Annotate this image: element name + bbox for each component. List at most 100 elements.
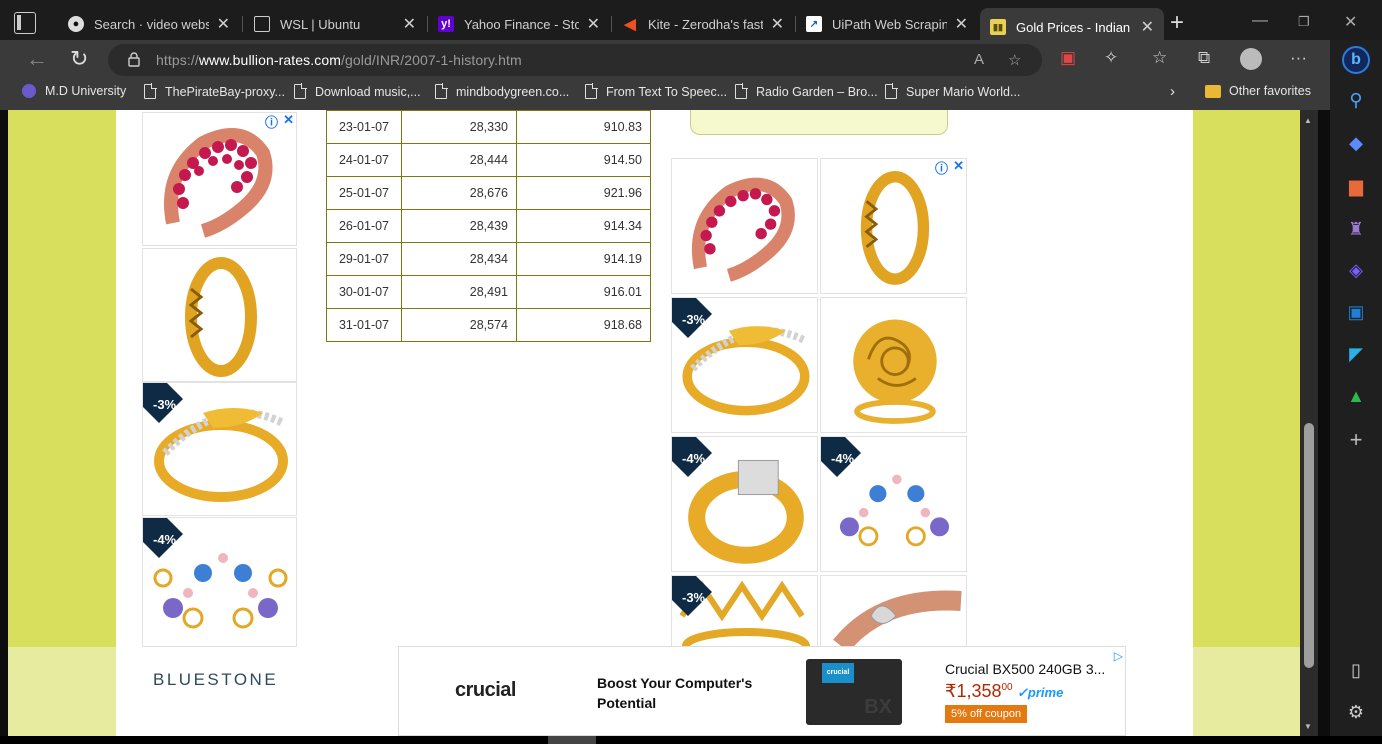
profile-avatar[interactable] bbox=[1240, 48, 1262, 70]
favorite-piratebay[interactable]: ThePirateBay-proxy... bbox=[144, 83, 285, 99]
ad-ruby-ring[interactable]: ⓘ ✕ bbox=[142, 112, 297, 246]
folder-icon bbox=[1205, 84, 1221, 98]
chevron-right-icon[interactable]: › bbox=[1170, 83, 1175, 100]
close-tab-icon[interactable]: ✕ bbox=[403, 14, 416, 34]
more-icon[interactable]: ··· bbox=[1290, 49, 1307, 67]
read-aloud-icon[interactable]: A bbox=[974, 51, 984, 68]
tab-actions-icon[interactable] bbox=[14, 12, 36, 34]
office-icon[interactable]: ◈ bbox=[1330, 260, 1382, 280]
bluestone-logo[interactable]: BLUESTONE bbox=[153, 670, 278, 690]
ruby-ring-image bbox=[164, 128, 273, 238]
ad-info-icon[interactable]: ⓘ bbox=[935, 159, 948, 177]
table-row: 24-01-07 28,444 914.50 bbox=[326, 143, 651, 177]
sidebar-layout-icon[interactable]: ▯ bbox=[1330, 660, 1382, 680]
scroll-down-icon[interactable]: ▼ bbox=[1304, 722, 1312, 731]
favorites-icon[interactable]: ☆ bbox=[1152, 49, 1167, 67]
ad-diamond-ring-2[interactable]: -3% bbox=[671, 297, 818, 433]
favorite-label: ThePirateBay-proxy... bbox=[165, 84, 285, 99]
games-icon[interactable]: ♜ bbox=[1330, 219, 1382, 239]
shopping-icon[interactable]: ◆ bbox=[1330, 133, 1382, 153]
scroll-thumb[interactable] bbox=[1304, 423, 1314, 668]
ad-ruby-ring-2[interactable] bbox=[671, 158, 818, 294]
close-tab-icon[interactable]: ✕ bbox=[1141, 17, 1154, 37]
vertical-scrollbar[interactable]: ▲ ▼ bbox=[1300, 110, 1318, 736]
extension-icon[interactable]: ▣ bbox=[1060, 49, 1076, 67]
ad-info-icon[interactable]: ⓘ bbox=[265, 113, 278, 131]
minimize-icon[interactable]: — bbox=[1252, 12, 1268, 30]
favorite-mindbodygreen[interactable]: mindbodygreen.co... bbox=[435, 83, 569, 99]
inr-price-cell: 28,491 bbox=[401, 275, 517, 309]
close-window-icon[interactable]: ✕ bbox=[1344, 12, 1357, 32]
bing-icon[interactable]: b bbox=[1330, 46, 1382, 74]
page-icon bbox=[585, 83, 598, 99]
ad-diamond-ring[interactable]: -3% bbox=[142, 382, 297, 516]
usd-price-cell: 918.68 bbox=[516, 308, 651, 342]
other-favorites[interactable]: Other favorites bbox=[1205, 84, 1311, 98]
settings-icon[interactable]: ⚙ bbox=[1330, 702, 1382, 722]
discount-badge: -3% bbox=[153, 397, 177, 412]
prime-badge: ✓prime bbox=[1017, 685, 1064, 700]
tab-github[interactable]: ● Search · video website ✕ bbox=[58, 8, 240, 40]
ssd-product-image: crucial BX bbox=[806, 659, 902, 725]
ad-gold-band[interactable]: -4% bbox=[671, 436, 818, 572]
page-icon bbox=[435, 83, 448, 99]
url-text: https://www.bullion-rates.com/gold/INR/2… bbox=[156, 52, 522, 68]
product-title: Crucial BX500 240GB 3... bbox=[945, 661, 1106, 677]
page-icon bbox=[254, 16, 270, 32]
tools-icon[interactable]: ▆ bbox=[1330, 176, 1382, 196]
close-tab-icon[interactable]: ✕ bbox=[771, 14, 784, 34]
toolbar: ← ↻ https://www.bullion-rates.com/gold/I… bbox=[0, 40, 1382, 78]
ad-crown-ring[interactable]: -3% bbox=[671, 575, 818, 655]
tab-wsl[interactable]: WSL | Ubuntu ✕ bbox=[244, 8, 426, 40]
favorite-radio-garden[interactable]: Radio Garden – Bro... bbox=[735, 83, 878, 99]
inr-price-cell: 28,434 bbox=[401, 242, 517, 276]
address-bar[interactable]: https://www.bullion-rates.com/gold/INR/2… bbox=[108, 44, 1042, 76]
page-icon bbox=[294, 83, 307, 99]
tab-uipath[interactable]: ↗ UiPath Web Scraping | ✕ bbox=[796, 8, 978, 40]
refresh-icon[interactable]: ↻ bbox=[70, 48, 88, 70]
ad-filigree-ring[interactable] bbox=[820, 297, 967, 433]
add-icon[interactable]: + bbox=[1330, 429, 1382, 451]
crucial-logo: crucial bbox=[455, 679, 516, 701]
ad-close-icon[interactable]: ✕ bbox=[283, 113, 294, 128]
favorite-text-to-speech[interactable]: From Text To Speec... bbox=[585, 83, 727, 99]
ad-flower-earrings[interactable]: -4% bbox=[142, 517, 297, 647]
back-icon[interactable]: ← bbox=[26, 48, 48, 70]
restore-icon[interactable]: ❐ bbox=[1298, 14, 1310, 30]
ad-gold-hoop-2[interactable]: ⓘ ✕ bbox=[820, 158, 967, 294]
tab-kite[interactable]: ◀ Kite - Zerodha's fast ar ✕ bbox=[612, 8, 794, 40]
table-row: 29-01-07 28,434 914.19 bbox=[326, 242, 651, 276]
search-icon[interactable]: ⚲ bbox=[1330, 90, 1382, 110]
date-cell: 30-01-07 bbox=[326, 275, 402, 309]
extensions-icon[interactable]: ✧ bbox=[1104, 49, 1118, 67]
filigree-ring-image bbox=[853, 319, 937, 424]
inr-price-cell: 28,439 bbox=[401, 209, 517, 243]
favorite-download-music[interactable]: Download music,... bbox=[294, 83, 421, 99]
ad-close-icon[interactable]: ✕ bbox=[953, 159, 964, 174]
ad-gold-hoop[interactable] bbox=[142, 248, 297, 382]
new-tab-icon[interactable]: + bbox=[1170, 10, 1184, 36]
close-tab-icon[interactable]: ✕ bbox=[217, 14, 230, 34]
ad-choices-icon[interactable]: ▷ bbox=[1114, 649, 1123, 663]
close-tab-icon[interactable]: ✕ bbox=[587, 14, 600, 34]
tree-icon[interactable]: ▲ bbox=[1330, 386, 1382, 406]
gold-hoop-image bbox=[860, 171, 930, 285]
usd-price-cell: 914.50 bbox=[516, 143, 651, 177]
add-favorite-icon[interactable]: ☆ bbox=[1008, 51, 1021, 69]
scroll-up-icon[interactable]: ▲ bbox=[1304, 116, 1312, 125]
favorite-md-university[interactable]: M.D University bbox=[22, 84, 126, 98]
tab-yahoo[interactable]: y! Yahoo Finance - Stock ✕ bbox=[428, 8, 610, 40]
favorite-super-mario[interactable]: Super Mario World... bbox=[885, 83, 1020, 99]
usd-price-cell: 910.83 bbox=[516, 110, 651, 144]
send-icon[interactable]: ◤ bbox=[1330, 344, 1382, 364]
taskbar-active-app[interactable] bbox=[548, 736, 596, 744]
collections-icon[interactable]: ⧉ bbox=[1198, 49, 1210, 67]
date-cell: 31-01-07 bbox=[326, 308, 402, 342]
date-cell: 29-01-07 bbox=[326, 242, 402, 276]
ad-rose-gold-ring[interactable] bbox=[820, 575, 967, 655]
crucial-banner-ad[interactable]: crucial Boost Your Computer's Potential … bbox=[398, 646, 1126, 736]
tab-title: Kite - Zerodha's fast ar bbox=[648, 16, 763, 32]
close-tab-icon[interactable]: ✕ bbox=[955, 14, 968, 34]
ad-flower-earrings-2[interactable]: -4% bbox=[820, 436, 967, 572]
outlook-icon[interactable]: ▣ bbox=[1330, 302, 1382, 322]
